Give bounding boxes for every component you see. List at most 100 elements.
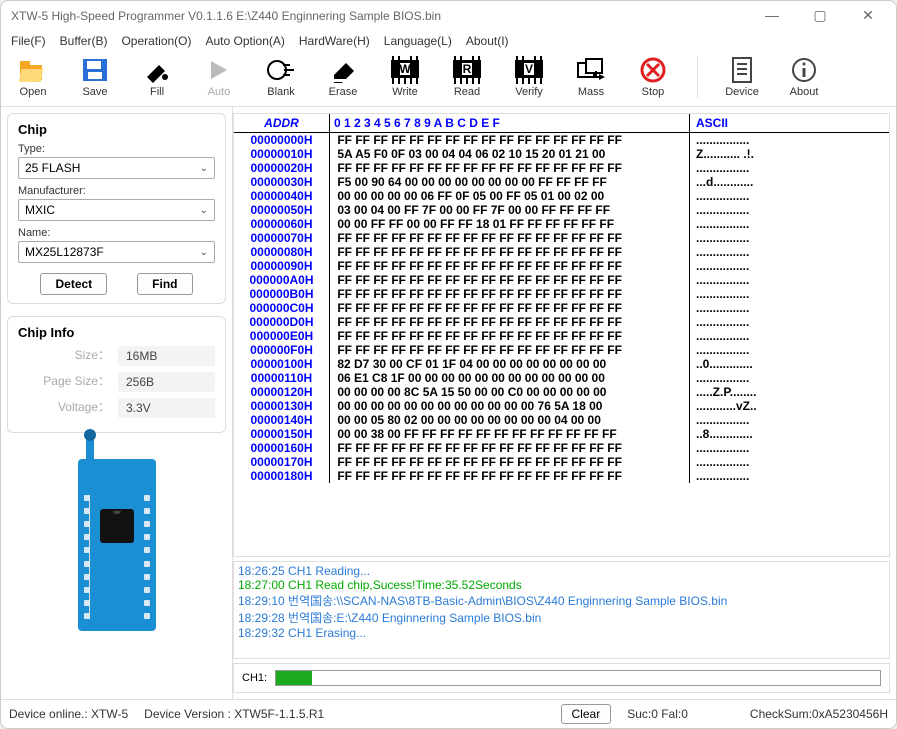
- hex-row: 00000040H 00 00 00 00 00 06 FF 0F 05 00 …: [234, 189, 889, 203]
- log-line: 18:26:25 CH1 Reading...: [238, 564, 885, 578]
- manufacturer-select[interactable]: MXIC⌄: [18, 199, 215, 221]
- mass-icon: [575, 56, 607, 84]
- auto-icon: [203, 56, 235, 84]
- auto-button: Auto: [197, 56, 241, 98]
- hex-row: 00000070H FF FF FF FF FF FF FF FF FF FF …: [234, 231, 889, 245]
- close-button[interactable]: ✕: [850, 7, 886, 24]
- save-button[interactable]: Save: [73, 56, 117, 98]
- toolbar: Open Save Fill Auto Blank Erase W Write R Rea…: [1, 52, 896, 107]
- hex-row: 00000140H 00 00 05 80 02 00 00 00 00 00 …: [234, 413, 889, 427]
- status-online: Device online.: XTW-5: [9, 707, 128, 721]
- log-line: 18:27:00 CH1 Read chip,Sucess!Time:35.52…: [238, 578, 885, 592]
- open-icon: [17, 56, 49, 84]
- window-title: XTW-5 High-Speed Programmer V0.1.1.6 E:\…: [11, 9, 754, 23]
- hex-row: 000000E0H FF FF FF FF FF FF FF FF FF FF …: [234, 329, 889, 343]
- chevron-down-icon: ⌄: [200, 163, 208, 174]
- menu-item[interactable]: File(F): [11, 34, 46, 48]
- name-select[interactable]: MX25L12873F⌄: [18, 241, 215, 263]
- svg-text:R: R: [463, 62, 472, 76]
- chevron-down-icon: ⌄: [200, 205, 208, 216]
- fill-button[interactable]: Fill: [135, 56, 179, 98]
- menu-item[interactable]: Operation(O): [121, 34, 191, 48]
- chip-info-row: Page Size：256B: [18, 372, 215, 392]
- erase-button[interactable]: Erase: [321, 56, 365, 98]
- manufacturer-label: Manufacturer:: [18, 185, 215, 197]
- about-icon: [788, 56, 820, 84]
- hex-row: 00000080H FF FF FF FF FF FF FF FF FF FF …: [234, 245, 889, 259]
- open-button[interactable]: Open: [11, 56, 55, 98]
- fill-icon: [141, 56, 173, 84]
- hex-viewer[interactable]: ADDR 0 1 2 3 4 5 6 7 8 9 A B C D E F ASC…: [233, 113, 890, 557]
- menu-item[interactable]: Language(L): [384, 34, 452, 48]
- statusbar: Device online.: XTW-5 Device Version : X…: [1, 699, 896, 728]
- log-line: 18:29:32 CH1 Erasing...: [238, 626, 885, 640]
- hex-row: 00000000H FF FF FF FF FF FF FF FF FF FF …: [234, 133, 889, 147]
- blank-icon: [265, 56, 297, 84]
- hex-row: 00000180H FF FF FF FF FF FF FF FF FF FF …: [234, 469, 889, 483]
- name-label: Name:: [18, 227, 215, 239]
- chip-info-row: Size：16MB: [18, 346, 215, 366]
- hex-row: 00000100H 82 D7 30 00 CF 01 1F 04 00 00 …: [234, 357, 889, 371]
- chip-heading: Chip: [18, 122, 215, 137]
- hex-row: 00000160H FF FF FF FF FF FF FF FF FF FF …: [234, 441, 889, 455]
- clear-button[interactable]: Clear: [561, 704, 612, 724]
- status-checksum: CheckSum:0xA5230456H: [750, 707, 888, 721]
- write-icon: W: [389, 56, 421, 84]
- progress-channel: CH1:: [242, 672, 267, 684]
- hex-row: 00000090H FF FF FF FF FF FF FF FF FF FF …: [234, 259, 889, 273]
- progress-row: CH1:: [233, 663, 890, 693]
- stop-button[interactable]: Stop: [631, 56, 675, 98]
- hex-row: 00000020H FF FF FF FF FF FF FF FF FF FF …: [234, 161, 889, 175]
- hex-row: 000000D0H FF FF FF FF FF FF FF FF FF FF …: [234, 315, 889, 329]
- hex-row: 00000010H 5A A5 F0 0F 03 00 04 04 06 02 …: [234, 147, 889, 161]
- hex-row: 00000130H 00 00 00 00 00 00 00 00 00 00 …: [234, 399, 889, 413]
- device-button[interactable]: Device: [720, 56, 764, 98]
- hex-row: 000000A0H FF FF FF FF FF FF FF FF FF FF …: [234, 273, 889, 287]
- mass-button[interactable]: Mass: [569, 56, 613, 98]
- read-icon: R: [451, 56, 483, 84]
- maximize-button[interactable]: ▢: [802, 7, 838, 24]
- log-panel[interactable]: 18:26:25 CH1 Reading...18:27:00 CH1 Read…: [233, 561, 890, 659]
- chip-info-panel: Chip Info Size：16MBPage Size：256BVoltage…: [7, 316, 226, 433]
- hex-cols-header: 0 1 2 3 4 5 6 7 8 9 A B C D E F: [330, 114, 690, 132]
- progress-bar: [275, 670, 881, 686]
- type-select[interactable]: 25 FLASH⌄: [18, 157, 215, 179]
- zif-socket-graphic: [1, 439, 232, 699]
- about-button[interactable]: About: [782, 56, 826, 98]
- menu-item[interactable]: HardWare(H): [299, 34, 370, 48]
- hex-row: 00000030H F5 00 90 64 00 00 00 00 00 00 …: [234, 175, 889, 189]
- menubar: File(F) Buffer(B) Operation(O) Auto Option(…: [1, 30, 896, 52]
- detect-button[interactable]: Detect: [40, 273, 107, 295]
- svg-text:V: V: [525, 62, 533, 76]
- hex-row: 00000110H 06 E1 C8 1F 00 00 00 00 00 00 …: [234, 371, 889, 385]
- verify-icon: V: [513, 56, 545, 84]
- hex-row: 00000170H FF FF FF FF FF FF FF FF FF FF …: [234, 455, 889, 469]
- chip-info-heading: Chip Info: [18, 325, 215, 340]
- hex-row: 00000050H 03 00 04 00 FF 7F 00 00 FF 7F …: [234, 203, 889, 217]
- type-label: Type:: [18, 143, 215, 155]
- erase-icon: [327, 56, 359, 84]
- device-icon: [726, 56, 758, 84]
- menu-item[interactable]: About(I): [466, 34, 509, 48]
- hex-row: 000000B0H FF FF FF FF FF FF FF FF FF FF …: [234, 287, 889, 301]
- stop-icon: [637, 56, 669, 84]
- read-button[interactable]: R Read: [445, 56, 489, 98]
- status-version: Device Version : XTW5F-1.1.5.R1: [144, 707, 324, 721]
- titlebar: XTW-5 High-Speed Programmer V0.1.1.6 E:\…: [1, 1, 896, 30]
- chevron-down-icon: ⌄: [200, 247, 208, 258]
- hex-row: 00000060H 00 00 FF FF 00 00 FF FF 18 01 …: [234, 217, 889, 231]
- write-button[interactable]: W Write: [383, 56, 427, 98]
- hex-row: 00000150H 00 00 38 00 FF FF FF FF FF FF …: [234, 427, 889, 441]
- blank-button[interactable]: Blank: [259, 56, 303, 98]
- menu-item[interactable]: Auto Option(A): [206, 34, 285, 48]
- hex-row: 000000C0H FF FF FF FF FF FF FF FF FF FF …: [234, 301, 889, 315]
- minimize-button[interactable]: —: [754, 7, 790, 24]
- verify-button[interactable]: V Verify: [507, 56, 551, 98]
- chip-panel: Chip Type: 25 FLASH⌄ Manufacturer: MXIC⌄…: [7, 113, 226, 304]
- hex-addr-header: ADDR: [234, 114, 330, 132]
- svg-text:W: W: [399, 62, 411, 76]
- menu-item[interactable]: Buffer(B): [60, 34, 108, 48]
- log-line: 18:29:10 번역国송:\\SCAN-NAS\8TB-Basic-Admin…: [238, 592, 885, 609]
- log-line: 18:29:28 번역国송:E:\Z440 Enginnering Sample…: [238, 609, 885, 626]
- find-button[interactable]: Find: [137, 273, 192, 295]
